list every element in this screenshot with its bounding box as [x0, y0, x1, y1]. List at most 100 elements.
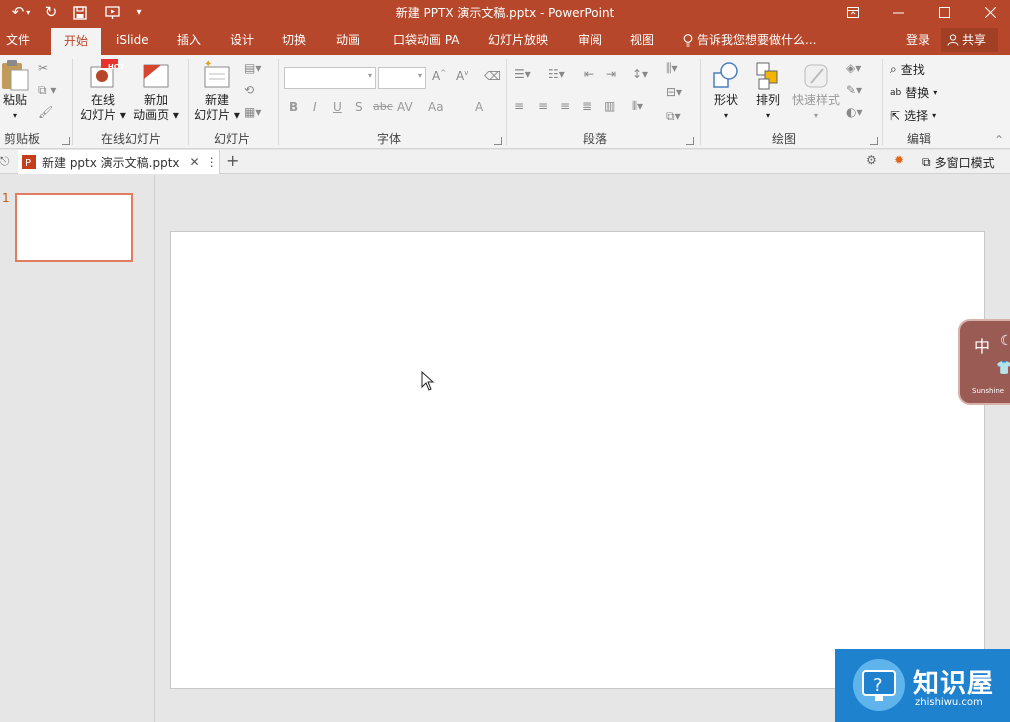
- replace-button[interactable]: ab 替换 ▾: [890, 84, 937, 101]
- settings-icon[interactable]: ✹: [894, 153, 904, 167]
- change-case-button[interactable]: Aa: [428, 100, 444, 114]
- line-spacing-icon[interactable]: ↕▾: [632, 67, 648, 81]
- close-icon[interactable]: [970, 0, 1010, 25]
- align-right-icon[interactable]: ≡: [560, 99, 570, 113]
- group-separator: [278, 59, 279, 145]
- justify-icon[interactable]: ≣: [582, 99, 592, 113]
- shadow-button[interactable]: S: [355, 100, 363, 114]
- share-label: 共享: [962, 33, 987, 47]
- share-button[interactable]: 共享: [941, 28, 998, 52]
- close-tab-icon[interactable]: ✕: [190, 155, 200, 169]
- tab-review[interactable]: 审阅: [578, 25, 602, 55]
- multiwindow-button[interactable]: ⧉ 多窗口模式: [922, 154, 995, 171]
- numbering-icon[interactable]: ☷▾: [548, 67, 565, 81]
- minimize-icon[interactable]: [878, 0, 918, 25]
- login-link[interactable]: 登录: [906, 25, 930, 55]
- document-tab[interactable]: P 新建 pptx 演示文稿.pptx ✕ ⋮: [18, 150, 220, 174]
- home-icon[interactable]: ⎋: [0, 154, 10, 169]
- font-group-label: 字体: [376, 132, 401, 146]
- quick-styles-label: 快速样式: [791, 93, 840, 107]
- tab-slideshow[interactable]: 幻灯片放映: [488, 25, 548, 55]
- maximize-icon[interactable]: [924, 0, 964, 25]
- shapes-icon: [713, 62, 738, 88]
- align-left-icon[interactable]: ≡: [514, 99, 524, 113]
- document-tab-name: 新建 pptx 演示文稿.pptx: [42, 155, 180, 170]
- italic-button[interactable]: I: [313, 100, 317, 114]
- layout-icon[interactable]: ▤▾: [244, 61, 261, 75]
- increase-indent-icon[interactable]: ⇥: [606, 67, 616, 81]
- floating-widget[interactable]: 中 ☾ 👕 Sunshine: [958, 319, 1010, 405]
- widget-brand: Sunshine: [972, 387, 1005, 395]
- shape-outline-icon[interactable]: ✎▾: [846, 83, 862, 97]
- increase-font-icon[interactable]: A^: [432, 69, 446, 83]
- align-center-icon[interactable]: ≡: [538, 99, 548, 113]
- ribbon: 粘贴 ▾ ✂ ⧉ ▾ 🖌 剪贴板 HOT 在线 幻灯片 ▾ 新加 动画页 ▾ 在…: [0, 55, 1010, 149]
- shape-fill-icon[interactable]: ◈▾: [846, 61, 861, 75]
- underline-button[interactable]: U: [333, 100, 342, 114]
- clipboard-dialog-launcher[interactable]: [62, 137, 70, 145]
- search-icon: ⌕: [890, 62, 897, 76]
- tab-menu-icon[interactable]: ⋮: [206, 155, 218, 169]
- group-separator: [72, 59, 73, 145]
- distributed-icon[interactable]: ▥: [604, 99, 615, 113]
- font-dialog-launcher[interactable]: [494, 137, 502, 145]
- decrease-indent-icon[interactable]: ⇤: [584, 67, 594, 81]
- clipboard-group-label: 剪贴板: [3, 132, 40, 146]
- tab-animations[interactable]: 动画: [336, 25, 360, 55]
- tab-islide[interactable]: iSlide: [116, 25, 149, 55]
- shape-effects-icon[interactable]: ◐▾: [846, 105, 863, 119]
- tab-design[interactable]: 设计: [230, 25, 254, 55]
- section-icon[interactable]: ▦▾: [244, 105, 261, 119]
- find-button[interactable]: ⌕ 查找: [890, 61, 925, 78]
- font-size-combobox[interactable]: ▾: [378, 67, 426, 89]
- reset-icon[interactable]: ⟲: [244, 83, 254, 97]
- drawing-dialog-launcher[interactable]: [870, 137, 878, 145]
- tell-me-box[interactable]: 告诉我您想要做什么...: [683, 25, 816, 55]
- font-name-combobox[interactable]: ▾: [284, 67, 376, 89]
- tab-file[interactable]: 文件: [6, 25, 30, 55]
- new-slide-label-2: 幻灯片: [194, 108, 231, 122]
- font-color-button[interactable]: A: [475, 100, 483, 114]
- online-slides-button[interactable]: HOT 在线 幻灯片 ▾: [78, 59, 128, 123]
- paragraph-dialog-launcher[interactable]: [686, 137, 694, 145]
- collapse-ribbon-icon[interactable]: ⌃: [994, 133, 1004, 147]
- decrease-font-icon[interactable]: Av: [456, 69, 468, 83]
- tab-home[interactable]: 开始: [51, 28, 101, 55]
- tab-pocket-animation[interactable]: 口袋动画 PA: [393, 25, 460, 55]
- paste-button[interactable]: 粘贴 ▾: [0, 59, 30, 123]
- arrange-button[interactable]: 排列 ▾: [750, 59, 786, 123]
- columns-icon[interactable]: ⫴▾: [632, 99, 643, 114]
- clear-formatting-icon[interactable]: ⌫: [484, 69, 501, 83]
- slide-canvas[interactable]: [170, 231, 985, 689]
- slide-thumbnail-pane: 1: [0, 175, 155, 722]
- online-slide-label-2: 幻灯片: [80, 108, 117, 122]
- paragraph-group-label: 段落: [582, 132, 607, 146]
- arrange-label: 排列: [755, 93, 780, 107]
- paste-label: 粘贴: [2, 93, 27, 107]
- new-animation-page-button[interactable]: 新加 动画页 ▾: [130, 59, 182, 123]
- tab-insert[interactable]: 插入: [177, 25, 201, 55]
- new-tab-icon[interactable]: +: [226, 151, 239, 170]
- cut-icon[interactable]: ✂: [38, 61, 48, 75]
- bullets-icon[interactable]: ☰▾: [514, 67, 531, 81]
- align-text-icon[interactable]: ⊟▾: [666, 85, 682, 99]
- slide-number: 1: [2, 191, 10, 205]
- pointer-icon: ⇱: [890, 108, 901, 123]
- tab-transitions[interactable]: 切换: [282, 25, 306, 55]
- smartart-icon[interactable]: ⧉▾: [666, 109, 681, 124]
- format-painter-icon[interactable]: 🖌: [38, 105, 53, 119]
- ribbon-display-options-icon[interactable]: [833, 0, 873, 25]
- tab-view[interactable]: 视图: [630, 25, 654, 55]
- slide-thumbnail[interactable]: [15, 193, 133, 262]
- new-slide-button[interactable]: ✦ 新建 幻灯片 ▾: [192, 59, 242, 123]
- replace-icon: ab: [890, 87, 902, 98]
- copy-icon[interactable]: ⧉ ▾: [38, 83, 56, 98]
- shapes-button[interactable]: 形状 ▾: [706, 59, 746, 123]
- bold-button[interactable]: B: [289, 100, 298, 114]
- char-spacing-button[interactable]: AV: [397, 100, 413, 114]
- select-button[interactable]: ⇱ 选择 ▾: [890, 107, 936, 124]
- quick-styles-button[interactable]: 快速样式 ▾: [790, 59, 842, 123]
- tools-icon[interactable]: ⚙: [866, 153, 877, 167]
- strikethrough-button[interactable]: abc: [373, 100, 393, 113]
- text-direction-icon[interactable]: ⫼▾: [666, 61, 678, 76]
